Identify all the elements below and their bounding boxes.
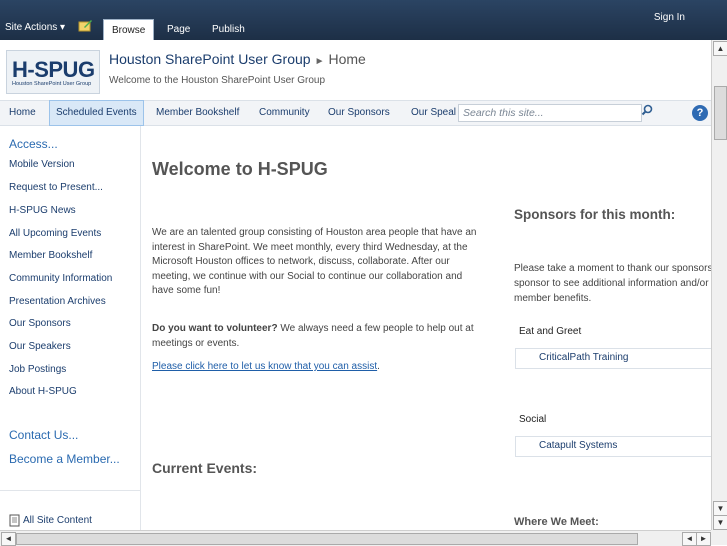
- scrollbar-corner: [711, 530, 727, 545]
- left-nav-community-information[interactable]: Community Information: [9, 273, 112, 284]
- volunteer-question: Do you want to volunteer?: [152, 323, 278, 334]
- sign-in-link[interactable]: Sign In: [654, 12, 685, 23]
- scroll-left-icon[interactable]: ◄: [682, 532, 697, 546]
- left-nav-request-to-present[interactable]: Request to Present...: [9, 182, 103, 193]
- nav-home[interactable]: Home: [3, 101, 42, 125]
- search-icon[interactable]: [638, 104, 656, 122]
- welcome-heading: Welcome to H-SPUG: [152, 159, 328, 179]
- left-nav-upcoming-events[interactable]: All Upcoming Events: [9, 228, 101, 239]
- breadcrumb: Houston SharePoint User Group ► Home: [109, 51, 366, 67]
- left-nav-member-bookshelf[interactable]: Member Bookshelf: [9, 250, 92, 261]
- current-events-heading: Current Events:: [152, 460, 258, 476]
- tab-browse[interactable]: Browse: [103, 19, 155, 41]
- vertical-scrollbar[interactable]: ▲ ▼ ▼: [711, 40, 727, 530]
- site-content-icon: [9, 514, 20, 527]
- sponsors-heading: Sponsors for this month:: [514, 207, 676, 222]
- quick-launch: Access... Mobile Version Request to Pres…: [0, 126, 141, 530]
- access-heading[interactable]: Access...: [9, 137, 58, 151]
- left-nav-our-speakers[interactable]: Our Speakers: [9, 341, 71, 352]
- ribbon-bar: Site Actions ▾ Browse Page Publish Sign …: [0, 0, 727, 41]
- scroll-left-icon[interactable]: ◄: [1, 532, 16, 546]
- page-title: Home: [328, 51, 366, 67]
- sponsor-group-label: Eat and Greet: [519, 326, 582, 337]
- top-navigation: Home Scheduled Events Member Bookshelf C…: [0, 100, 711, 126]
- logo-subtext: Houston SharePoint User Group: [12, 81, 92, 87]
- edit-page-icon[interactable]: [78, 19, 93, 35]
- vertical-scroll-thumb[interactable]: [714, 86, 727, 140]
- left-nav-our-sponsors[interactable]: Our Sponsors: [9, 318, 71, 329]
- left-nav-news[interactable]: H-SPUG News: [9, 205, 76, 216]
- scroll-down-icon[interactable]: ▼: [713, 515, 727, 530]
- left-nav-divider: [0, 490, 140, 491]
- site-actions-menu[interactable]: Site Actions ▾: [5, 22, 65, 33]
- nav-community[interactable]: Community: [253, 101, 316, 125]
- assist-paragraph: Please click here to let us know that yo…: [152, 360, 484, 375]
- site-title-link[interactable]: Houston SharePoint User Group: [109, 51, 311, 67]
- site-logo[interactable]: H-SPUG Houston SharePoint User Group: [6, 50, 100, 94]
- sponsor-name[interactable]: Catapult Systems: [539, 440, 617, 451]
- sponsor-name[interactable]: CriticalPath Training: [539, 352, 628, 363]
- sponsors-panel: Sponsors for this month: Please take a m…: [514, 126, 711, 530]
- nav-scheduled-events[interactable]: Scheduled Events: [49, 100, 144, 126]
- scroll-up-icon[interactable]: ▲: [713, 41, 727, 56]
- scroll-right-icon[interactable]: ►: [696, 532, 711, 546]
- help-icon[interactable]: ?: [692, 105, 708, 121]
- nav-member-bookshelf[interactable]: Member Bookshelf: [150, 101, 245, 125]
- become-member-link[interactable]: Become a Member...: [9, 452, 120, 466]
- left-nav-job-postings[interactable]: Job Postings: [9, 364, 66, 375]
- site-description: Welcome to the Houston SharePoint User G…: [109, 75, 326, 86]
- intro-paragraph: We are an talented group consisting of H…: [152, 227, 477, 296]
- horizontal-scrollbar[interactable]: ◄ ◄ ►: [0, 530, 711, 546]
- all-site-content-label: All Site Content: [23, 515, 92, 527]
- tab-page[interactable]: Page: [159, 19, 198, 40]
- contact-us-link[interactable]: Contact Us...: [9, 428, 78, 442]
- left-nav-mobile-version[interactable]: Mobile Version: [9, 159, 75, 170]
- assist-period: .: [377, 361, 380, 372]
- assist-link[interactable]: Please click here to let us know that yo…: [152, 361, 377, 372]
- nav-our-speakers[interactable]: Our Speal: [405, 101, 457, 125]
- tab-publish[interactable]: Publish: [204, 19, 253, 40]
- sponsor-group-label: Social: [519, 414, 547, 425]
- sponsors-intro: Please take a moment to thank our sponso…: [514, 263, 711, 304]
- where-we-meet-heading: Where We Meet:: [514, 516, 599, 528]
- logo-text: H-SPUG: [12, 57, 95, 82]
- volunteer-paragraph: Do you want to volunteer? We always need…: [152, 322, 484, 351]
- scroll-down-arrow-icon[interactable]: ▼: [713, 501, 727, 516]
- nav-our-sponsors[interactable]: Our Sponsors: [322, 101, 396, 125]
- left-nav-about[interactable]: About H-SPUG: [9, 386, 77, 397]
- site-header: H-SPUG Houston SharePoint User Group Hou…: [0, 40, 711, 101]
- search-input[interactable]: Search this site...: [458, 104, 642, 122]
- left-nav-presentation-archives[interactable]: Presentation Archives: [9, 296, 106, 307]
- horizontal-scroll-thumb[interactable]: [16, 533, 638, 545]
- sponsor-item[interactable]: CriticalPath Training: [515, 348, 711, 369]
- sponsor-item[interactable]: Catapult Systems: [515, 436, 711, 457]
- all-site-content-link[interactable]: All Site Content: [9, 514, 92, 527]
- breadcrumb-arrow-icon: ►: [314, 56, 325, 67]
